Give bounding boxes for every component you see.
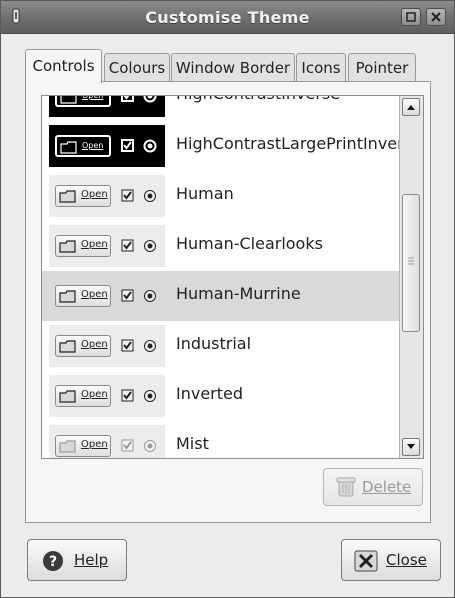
- radio-icon: [143, 139, 157, 153]
- theme-preview: Open: [49, 125, 165, 167]
- tab-icons[interactable]: Icons: [296, 53, 346, 81]
- customise-theme-dialog: Customise Theme Controls Colours Window …: [0, 0, 455, 598]
- close-icon: [431, 12, 441, 22]
- preview-open-label: Open: [81, 289, 108, 300]
- folder-icon: [59, 390, 76, 403]
- theme-name: Human-Murrine: [176, 284, 301, 303]
- arrow-down-icon: [407, 444, 415, 449]
- preview-open-button: Open: [55, 135, 111, 157]
- checkbox-icon: [121, 339, 134, 352]
- help-label: Help: [74, 551, 109, 569]
- theme-row[interactable]: Open Inverted: [42, 371, 400, 421]
- theme-name: Human-Clearlooks: [176, 234, 323, 253]
- preview-open-label: Open: [82, 95, 104, 100]
- preview-open-label: Open: [81, 239, 108, 250]
- vertical-scrollbar[interactable]: [399, 96, 423, 458]
- theme-preview: Open: [49, 325, 165, 367]
- folder-icon: [59, 240, 76, 253]
- radio-icon: [144, 440, 156, 452]
- folder-icon: [60, 141, 77, 154]
- checkbox-icon: [121, 96, 134, 102]
- tab-colours[interactable]: Colours: [104, 53, 170, 81]
- theme-preview: Open: [49, 375, 165, 417]
- theme-rows: Open HighContrastInverse Open HighContrastL…: [42, 95, 412, 458]
- delete-label: Delete: [362, 478, 412, 496]
- theme-preview: Open: [49, 425, 165, 458]
- help-icon: ?: [43, 551, 63, 571]
- trash-icon: [336, 477, 356, 497]
- theme-row[interactable]: Open Mist: [42, 421, 400, 458]
- preview-open-label: Open: [81, 189, 108, 200]
- theme-preview: Open: [49, 225, 165, 267]
- maximize-button[interactable]: [401, 8, 421, 26]
- preview-open-label: Open: [81, 439, 108, 450]
- svg-text:?: ?: [49, 554, 57, 570]
- preview-open-button: Open: [55, 235, 111, 257]
- close-x-icon: [354, 550, 378, 572]
- theme-row[interactable]: Open HighContrastInverse: [42, 95, 400, 121]
- tab-pointer[interactable]: Pointer: [348, 53, 416, 81]
- delete-button[interactable]: Delete: [323, 468, 423, 506]
- preview-open-button: Open: [55, 335, 111, 357]
- tab-window-border[interactable]: Window Border: [171, 53, 295, 81]
- theme-preview: Open: [49, 275, 165, 317]
- radio-icon: [144, 190, 156, 202]
- theme-row[interactable]: Open Industrial: [42, 321, 400, 371]
- preview-open-button: Open: [55, 435, 111, 457]
- radio-icon: [144, 290, 156, 302]
- folder-icon: [59, 340, 76, 353]
- checkbox-icon: [121, 139, 134, 152]
- preview-open-button: Open: [55, 285, 111, 307]
- folder-icon: [60, 96, 77, 104]
- close-label: Close: [386, 551, 427, 569]
- theme-row[interactable]: Open HighContrastLargePrintInvers: [42, 121, 412, 171]
- scroll-thumb[interactable]: [402, 194, 420, 332]
- radio-icon: [143, 96, 157, 103]
- radio-icon: [144, 340, 156, 352]
- folder-icon: [59, 190, 76, 203]
- arrow-up-icon: [407, 105, 415, 110]
- checkbox-icon: [121, 289, 134, 302]
- theme-preview: Open: [49, 95, 165, 117]
- theme-name: HighContrastInverse: [176, 96, 340, 103]
- theme-name: Mist: [176, 434, 209, 453]
- theme-list[interactable]: Open HighContrastInverse Open HighContrastL…: [41, 95, 424, 459]
- theme-name: Industrial: [176, 334, 252, 353]
- checkbox-icon: [121, 389, 134, 402]
- window-title: Customise Theme: [145, 8, 310, 27]
- preview-open-label: Open: [81, 389, 108, 400]
- maximize-icon: [406, 12, 416, 22]
- radio-icon: [144, 390, 156, 402]
- theme-row[interactable]: Open Human-Murrine: [42, 271, 400, 321]
- theme-name: Inverted: [176, 384, 244, 403]
- theme-name: HighContrastLargePrintInvers: [176, 134, 413, 153]
- titlebar[interactable]: Customise Theme: [1, 1, 454, 34]
- checkbox-icon: [121, 439, 134, 452]
- preview-open-label: Open: [81, 339, 108, 350]
- help-button[interactable]: ? Help: [27, 539, 127, 581]
- scroll-up-button[interactable]: [402, 98, 420, 116]
- grip-icon: [408, 257, 414, 265]
- theme-name: Human: [176, 184, 234, 203]
- preview-open-label: Open: [82, 141, 104, 150]
- tab-controls[interactable]: Controls: [25, 49, 102, 83]
- checkbox-icon: [121, 239, 134, 252]
- theme-row[interactable]: Open Human: [42, 171, 400, 221]
- preview-open-button: Open: [55, 385, 111, 407]
- radio-icon: [144, 240, 156, 252]
- folder-icon: [59, 440, 76, 453]
- folder-icon: [59, 290, 76, 303]
- close-button[interactable]: Close: [341, 539, 441, 581]
- theme-preview: Open: [49, 175, 165, 217]
- scroll-down-button[interactable]: [402, 438, 420, 456]
- checkbox-icon: [121, 189, 134, 202]
- theme-row[interactable]: Open Human-Clearlooks: [42, 221, 400, 271]
- close-window-button[interactable]: [426, 8, 446, 26]
- preview-open-button: Open: [55, 185, 111, 207]
- preview-open-button: Open: [55, 95, 111, 107]
